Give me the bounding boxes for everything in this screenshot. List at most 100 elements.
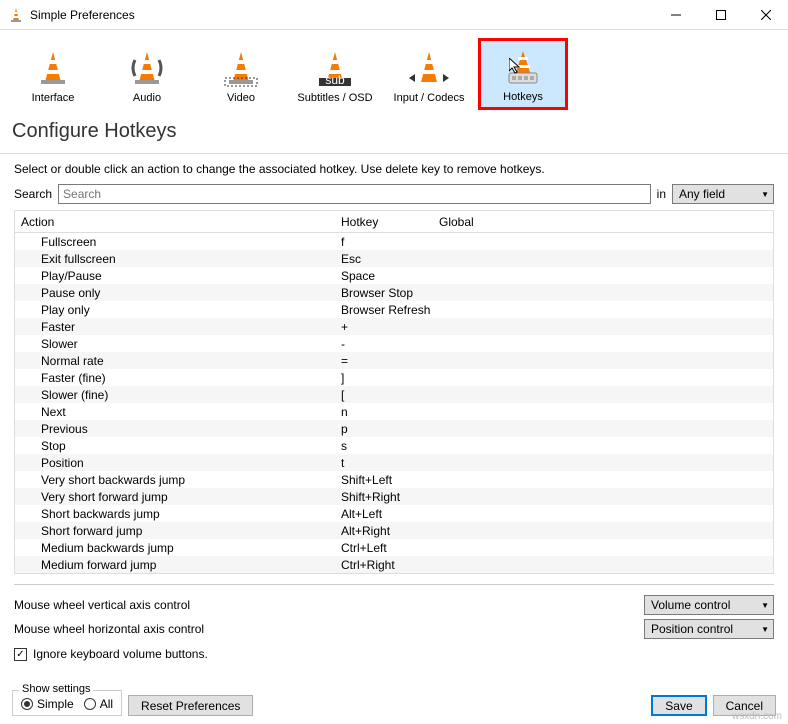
table-row[interactable]: Normal rate=: [15, 352, 773, 369]
codecs-cone-icon: [409, 48, 449, 88]
table-row[interactable]: Exit fullscreenEsc: [15, 250, 773, 267]
tab-subtitles[interactable]: sub Subtitles / OSD: [290, 38, 380, 110]
tab-label: Video: [227, 92, 255, 104]
select-value: Position control: [651, 622, 733, 636]
cell-hotkey: Shift+Left: [335, 473, 433, 487]
table-row[interactable]: Nextn: [15, 403, 773, 420]
search-input[interactable]: [58, 184, 651, 204]
cell-hotkey: =: [335, 354, 433, 368]
cell-action: Play only: [15, 303, 335, 317]
chevron-down-icon: ▼: [761, 190, 769, 199]
audio-cone-icon: [127, 48, 167, 88]
minimize-button[interactable]: [653, 0, 698, 30]
table-row[interactable]: Medium backwards jumpCtrl+Left: [15, 539, 773, 556]
table-row[interactable]: Play/PauseSpace: [15, 267, 773, 284]
cell-action: Short backwards jump: [15, 507, 335, 521]
tab-label: Interface: [32, 92, 75, 104]
wheel-h-select[interactable]: Position control ▼: [644, 619, 774, 639]
video-cone-icon: [221, 48, 261, 88]
table-row[interactable]: Faster (fine)]: [15, 369, 773, 386]
reset-preferences-button[interactable]: Reset Preferences: [128, 695, 253, 716]
cell-hotkey: Shift+Right: [335, 490, 433, 504]
cell-action: Slower: [15, 337, 335, 351]
cell-action: Play/Pause: [15, 269, 335, 283]
table-row[interactable]: Faster+: [15, 318, 773, 335]
chevron-down-icon: ▼: [761, 601, 769, 610]
category-tabs: Interface Audio Video sub Subtitles / OS…: [0, 30, 788, 114]
footer: Show settings Simple All Reset Preferenc…: [0, 684, 788, 724]
svg-text:sub: sub: [325, 73, 345, 87]
table-row[interactable]: Very short forward jumpShift+Right: [15, 488, 773, 505]
page-title: Configure Hotkeys: [0, 114, 788, 153]
info-text: Select or double click an action to chan…: [0, 162, 788, 184]
tab-input-codecs[interactable]: Input / Codecs: [384, 38, 474, 110]
col-global-header[interactable]: Global: [433, 215, 773, 229]
maximize-button[interactable]: [698, 0, 743, 30]
tab-label: Audio: [133, 92, 161, 104]
table-header: Action Hotkey Global: [15, 211, 773, 233]
ignore-kb-row: ✓ Ignore keyboard volume buttons.: [0, 641, 788, 667]
search-field-select[interactable]: Any field ▼: [672, 184, 774, 204]
cell-hotkey: Alt+Left: [335, 507, 433, 521]
vlc-cone-icon: [8, 7, 24, 23]
select-value: Volume control: [651, 598, 730, 612]
wheel-v-row: Mouse wheel vertical axis control Volume…: [0, 593, 788, 617]
col-action-header[interactable]: Action: [15, 215, 335, 229]
tab-hotkeys[interactable]: Hotkeys: [478, 38, 568, 110]
divider: [14, 584, 774, 585]
table-row[interactable]: Play onlyBrowser Refresh: [15, 301, 773, 318]
wheel-h-label: Mouse wheel horizontal axis control: [14, 622, 204, 636]
ignore-kb-checkbox[interactable]: ✓: [14, 648, 27, 661]
cell-action: Faster (fine): [15, 371, 335, 385]
tab-label: Input / Codecs: [394, 92, 465, 104]
table-row[interactable]: Short forward jumpAlt+Right: [15, 522, 773, 539]
cell-hotkey: Browser Stop: [335, 286, 433, 300]
table-row[interactable]: Stops: [15, 437, 773, 454]
table-row[interactable]: Slower (fine)[: [15, 386, 773, 403]
save-button[interactable]: Save: [651, 695, 706, 716]
tab-video[interactable]: Video: [196, 38, 286, 110]
cell-action: Next: [15, 405, 335, 419]
ignore-kb-label: Ignore keyboard volume buttons.: [33, 647, 208, 661]
radio-all[interactable]: All: [84, 697, 113, 711]
window-title: Simple Preferences: [30, 8, 653, 22]
cell-hotkey: n: [335, 405, 433, 419]
show-settings-group: Show settings Simple All: [12, 690, 122, 716]
cell-hotkey: Esc: [335, 252, 433, 266]
titlebar: Simple Preferences: [0, 0, 788, 30]
cell-action: Fullscreen: [15, 235, 335, 249]
watermark: wsxdn.com: [732, 711, 782, 722]
table-row[interactable]: Positiont: [15, 454, 773, 471]
table-row[interactable]: Fullscreenf: [15, 233, 773, 250]
wheel-h-row: Mouse wheel horizontal axis control Posi…: [0, 617, 788, 641]
table-row[interactable]: Medium forward jumpCtrl+Right: [15, 556, 773, 573]
cell-action: Short forward jump: [15, 524, 335, 538]
table-row[interactable]: Very short backwards jumpShift+Left: [15, 471, 773, 488]
cell-hotkey: [: [335, 388, 433, 402]
col-hotkey-header[interactable]: Hotkey: [335, 215, 433, 229]
wheel-v-select[interactable]: Volume control ▼: [644, 595, 774, 615]
table-row[interactable]: Previousp: [15, 420, 773, 437]
radio-simple[interactable]: Simple: [21, 697, 74, 711]
cell-action: Previous: [15, 422, 335, 436]
cell-action: Position: [15, 456, 335, 470]
tab-label: Subtitles / OSD: [297, 92, 372, 104]
table-row[interactable]: Pause onlyBrowser Stop: [15, 284, 773, 301]
close-button[interactable]: [743, 0, 788, 30]
cell-action: Medium backwards jump: [15, 541, 335, 555]
table-row[interactable]: Slower-: [15, 335, 773, 352]
table-body: FullscreenfExit fullscreenEscPlay/PauseS…: [15, 233, 773, 573]
in-label: in: [657, 187, 666, 201]
cell-hotkey: p: [335, 422, 433, 436]
search-row: Search in Any field ▼: [0, 184, 788, 210]
cell-hotkey: s: [335, 439, 433, 453]
cell-action: Medium forward jump: [15, 558, 335, 572]
cell-action: Pause only: [15, 286, 335, 300]
cell-hotkey: Ctrl+Left: [335, 541, 433, 555]
interface-cone-icon: [33, 48, 73, 88]
tab-audio[interactable]: Audio: [102, 38, 192, 110]
cell-hotkey: f: [335, 235, 433, 249]
table-row[interactable]: Short backwards jumpAlt+Left: [15, 505, 773, 522]
tab-interface[interactable]: Interface: [8, 38, 98, 110]
select-value: Any field: [679, 187, 725, 201]
